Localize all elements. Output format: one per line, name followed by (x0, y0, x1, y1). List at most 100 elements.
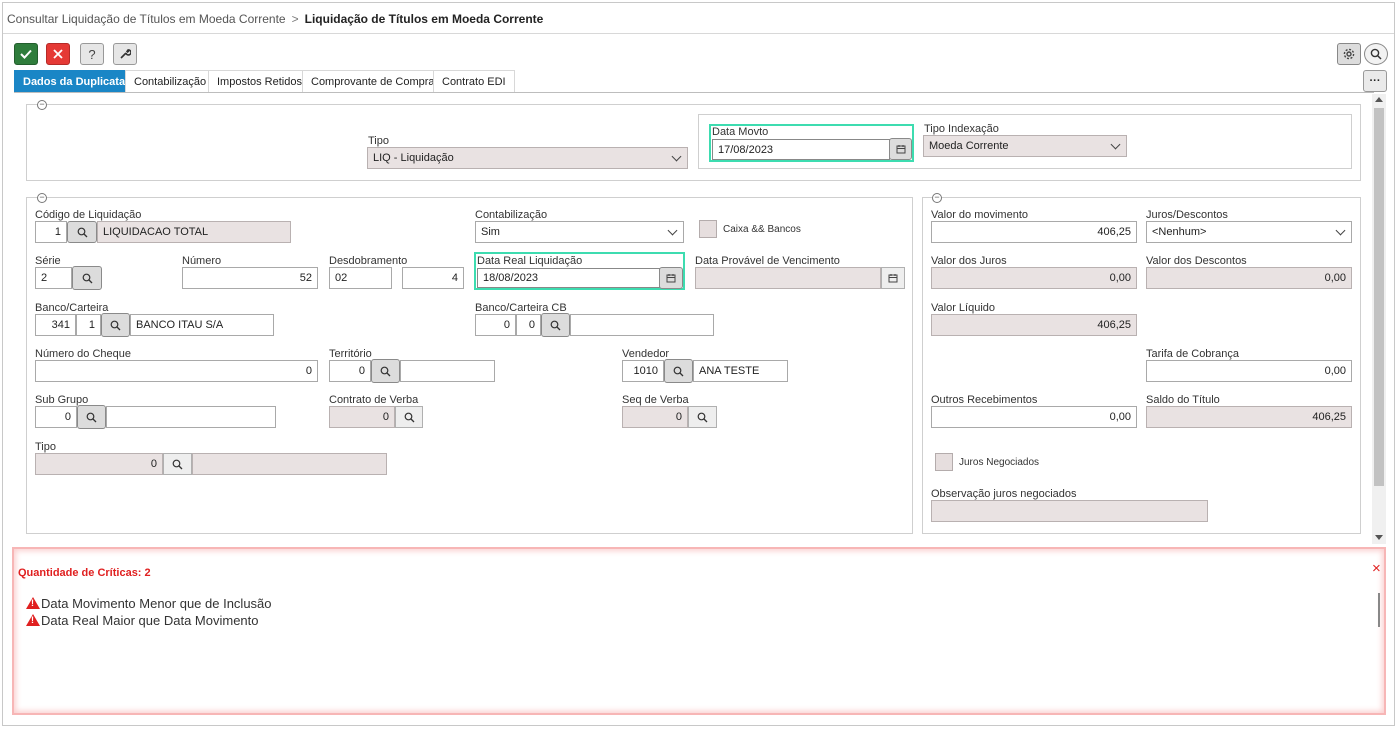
search-icon (82, 273, 92, 283)
more-options-button[interactable]: ··· (1363, 70, 1387, 92)
data-provavel-calendar-button[interactable] (881, 267, 905, 289)
seq-verba-label: Seq de Verba (622, 394, 689, 406)
contabilizacao-value: Sim (481, 226, 500, 238)
criticas-panel: Quantidade de Críticas: 2 × Data Movimen… (12, 547, 1386, 715)
serie-search-button[interactable] (72, 266, 102, 290)
data-movto-field[interactable]: 17/08/2023 (712, 139, 890, 160)
territorio-search-button[interactable] (371, 359, 400, 383)
tab-contrato-edi[interactable]: Contrato EDI (433, 70, 515, 92)
breadcrumb-parent[interactable]: Consultar Liquidação de Títulos em Moeda… (7, 12, 286, 26)
desdobramento-seq-field[interactable]: 4 (402, 267, 464, 289)
outros-recebimentos-field[interactable]: 0,00 (931, 406, 1137, 428)
question-icon: ? (88, 46, 96, 62)
scroll-down-icon[interactable] (1375, 535, 1383, 540)
tipo-value: LIQ - Liquidação (373, 152, 454, 164)
scrollbar-thumb[interactable] (1374, 108, 1384, 486)
help-button[interactable]: ? (80, 43, 104, 65)
breadcrumb: Consultar Liquidação de Títulos em Moeda… (7, 12, 543, 26)
critica-text: Data Movimento Menor que de Inclusão (41, 596, 272, 611)
chevron-down-icon (1110, 139, 1121, 150)
vendedor-search-button[interactable] (664, 359, 693, 383)
vendedor-label: Vendedor (622, 348, 670, 360)
codigo-liquidacao-field[interactable]: 1 (35, 221, 67, 243)
tipo-indexacao-value: Moeda Corrente (929, 140, 1009, 152)
close-icon (53, 49, 63, 59)
collapse-header-icon[interactable]: − (37, 100, 47, 110)
banco-field[interactable]: 341 (35, 314, 76, 336)
close-icon[interactable]: × (1372, 561, 1381, 576)
search-icon (697, 412, 708, 422)
tipo-label: Tipo (368, 135, 389, 147)
contrato-verba-label: Contrato de Verba (329, 394, 419, 406)
header-divider (3, 33, 1394, 34)
cancel-button[interactable] (46, 43, 70, 65)
banco-cb-search-button[interactable] (541, 313, 570, 337)
codigo-liquidacao-label: Código de Liquidação (35, 209, 142, 221)
numero-cheque-label: Número do Cheque (35, 348, 132, 360)
gear-icon (1343, 48, 1355, 60)
numero-field[interactable]: 52 (182, 267, 318, 289)
collapse-values-icon[interactable]: − (932, 193, 942, 203)
seq-verba-search-button[interactable] (688, 406, 717, 428)
desdobramento-field[interactable]: 02 (329, 267, 392, 289)
sub-grupo-search-button[interactable] (77, 405, 106, 429)
valor-juros-field: 0,00 (931, 267, 1137, 289)
valor-descontos-field: 0,00 (1146, 267, 1352, 289)
contabilizacao-label: Contabilização (475, 209, 548, 221)
page-title: Liquidação de Títulos em Moeda Corrente (304, 12, 544, 26)
carteira-cb-field[interactable]: 0 (516, 314, 541, 336)
contabilizacao-select[interactable]: Sim (475, 221, 684, 243)
sub-grupo-field[interactable]: 0 (35, 406, 77, 428)
valor-juros-label: Valor dos Juros (931, 255, 1007, 267)
caixa-bancos-checkbox[interactable] (699, 220, 717, 238)
banco-cb-field[interactable]: 0 (475, 314, 516, 336)
vendedor-field[interactable]: 1010 (622, 360, 664, 382)
numero-label: Número (182, 255, 222, 267)
scroll-up-icon[interactable] (1375, 97, 1383, 102)
data-real-label: Data Real Liquidação (477, 255, 583, 267)
tarifa-cobranca-field[interactable]: 0,00 (1146, 360, 1352, 382)
juros-descontos-label: Juros/Descontos (1146, 209, 1228, 221)
calendar-icon (896, 145, 905, 154)
numero-cheque-field[interactable]: 0 (35, 360, 318, 382)
banco-search-button[interactable] (101, 313, 130, 337)
tipo-select[interactable]: LIQ - Liquidação (367, 147, 688, 169)
tarifa-cobranca-label: Tarifa de Cobrança (1146, 348, 1239, 360)
criticas-scrollbar[interactable] (1378, 593, 1380, 627)
carteira-field[interactable]: 1 (76, 314, 101, 336)
collapse-main-icon[interactable]: − (37, 193, 47, 203)
serie-label: Série (35, 255, 61, 267)
search-button[interactable] (1364, 43, 1388, 65)
tools-button[interactable] (113, 43, 137, 65)
tab-comprovante-compra[interactable]: Comprovante de Compra (302, 70, 444, 92)
tipo-indexacao-select[interactable]: Moeda Corrente (923, 135, 1127, 157)
data-provavel-field (695, 267, 881, 289)
contrato-verba-search-button[interactable] (395, 406, 423, 428)
search-icon (380, 366, 391, 376)
tab-contabilizacao[interactable]: Contabilização (125, 70, 216, 92)
critica-item: Data Real Maior que Data Movimento (26, 613, 259, 628)
serie-field[interactable]: 2 (35, 267, 72, 289)
codigo-liquidacao-search-button[interactable] (67, 221, 97, 243)
confirm-button[interactable] (14, 43, 38, 65)
caixa-bancos-label: Caixa && Bancos (723, 224, 801, 235)
data-movto-label: Data Movto (712, 126, 769, 138)
scrollbar[interactable] (1372, 94, 1386, 544)
search-icon (77, 227, 87, 237)
tab-dados-duplicata[interactable]: Dados da Duplicata (14, 70, 135, 92)
saldo-titulo-label: Saldo do Título (1146, 394, 1220, 406)
tipo2-label: Tipo (35, 441, 56, 453)
data-real-calendar-button[interactable] (659, 267, 683, 289)
seq-verba-field: 0 (622, 406, 688, 428)
valor-movimento-field[interactable]: 406,25 (931, 221, 1137, 243)
tipo2-search-button[interactable] (163, 453, 192, 475)
juros-negociados-checkbox[interactable] (935, 453, 953, 471)
data-real-field[interactable]: 18/08/2023 (477, 268, 660, 288)
tab-impostos-retidos[interactable]: Impostos Retidos (208, 70, 311, 92)
tipo-indexacao-label: Tipo Indexação (924, 123, 999, 135)
juros-descontos-select[interactable]: <Nenhum> (1146, 221, 1352, 243)
data-movto-calendar-button[interactable] (889, 138, 912, 160)
settings-button[interactable] (1337, 43, 1361, 65)
territorio-field[interactable]: 0 (329, 360, 371, 382)
search-icon (172, 459, 183, 469)
